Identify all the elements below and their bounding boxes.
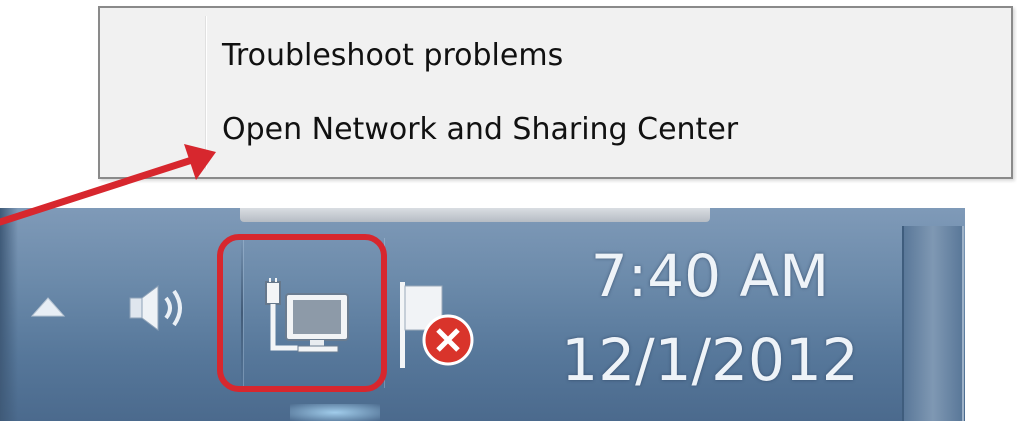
taskbar-edge: [0, 208, 18, 421]
network-context-menu: Troubleshoot problems Open Network and S…: [98, 6, 1013, 179]
hover-glow: [290, 404, 380, 421]
volume-icon[interactable]: [126, 280, 196, 336]
action-center-flag-icon[interactable]: [392, 274, 480, 374]
clock-time: 7:40 AM: [590, 242, 830, 310]
page-margin: [965, 208, 1017, 421]
taskbar-top-highlight: [240, 208, 710, 222]
taskbar: 7:40 AM 12/1/2012: [0, 208, 1017, 421]
network-icon-highlight-box: [217, 234, 387, 392]
menu-gutter-divider: [205, 16, 207, 169]
system-clock[interactable]: 7:40 AM 12/1/2012: [540, 240, 880, 396]
menu-item-troubleshoot-problems[interactable]: Troubleshoot problems: [212, 26, 1001, 86]
menu-item-open-network-and-sharing-center[interactable]: Open Network and Sharing Center: [212, 100, 1001, 160]
show-hidden-icons-arrow-icon[interactable]: [30, 296, 66, 320]
show-desktop-button[interactable]: [902, 226, 964, 421]
clock-date: 12/1/2012: [561, 326, 859, 394]
